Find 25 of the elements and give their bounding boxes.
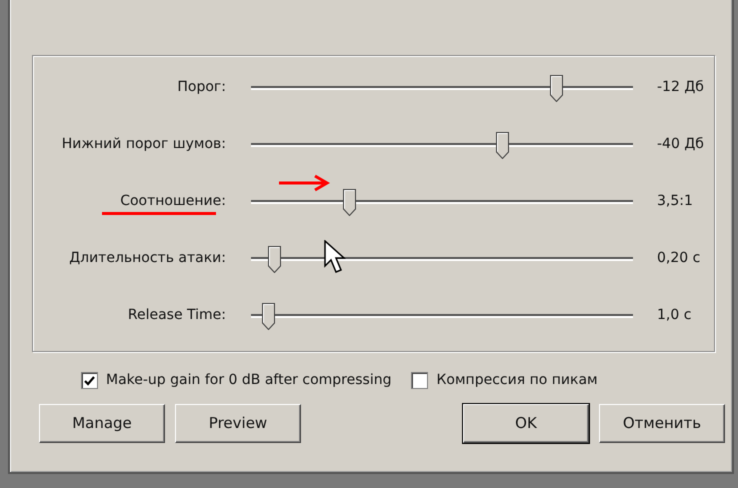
slider-label: Нижний порог шумов:: [62, 136, 226, 153]
slider-thumb[interactable]: [343, 188, 356, 216]
checkbox[interactable]: [81, 372, 98, 389]
slider-thumb[interactable]: [496, 132, 510, 158]
slider-value: 0,20 с: [657, 249, 700, 268]
arrow-annotation: [279, 174, 331, 192]
checkbox-label: Компрессия по пикам: [436, 371, 598, 390]
slider-value: -40 Дб: [657, 135, 704, 154]
dialog-button[interactable]: Отменить: [599, 404, 725, 443]
slider-value: 1,0 с: [657, 306, 692, 325]
slider-label: Release Time:: [128, 307, 226, 324]
slider-value: 3,5:1: [657, 192, 693, 211]
slider-value: -12 Дб: [657, 78, 704, 97]
slider-thumb[interactable]: [262, 302, 276, 330]
slider-label: Порог:: [177, 79, 226, 96]
slider-thumb[interactable]: [550, 74, 563, 102]
slider-label: Соотношение:: [120, 193, 226, 210]
checkbox-label: Make-up gain for 0 dB after compressing: [106, 371, 392, 390]
dialog-button[interactable]: Preview: [175, 404, 301, 443]
slider-label: Длительность атаки:: [69, 250, 226, 267]
checkbox[interactable]: [411, 372, 428, 389]
dialog-button[interactable]: Manage: [39, 404, 165, 443]
mouse-cursor-icon: [324, 240, 346, 274]
slider-thumb[interactable]: [268, 246, 281, 272]
dialog-button[interactable]: OK: [463, 404, 589, 443]
